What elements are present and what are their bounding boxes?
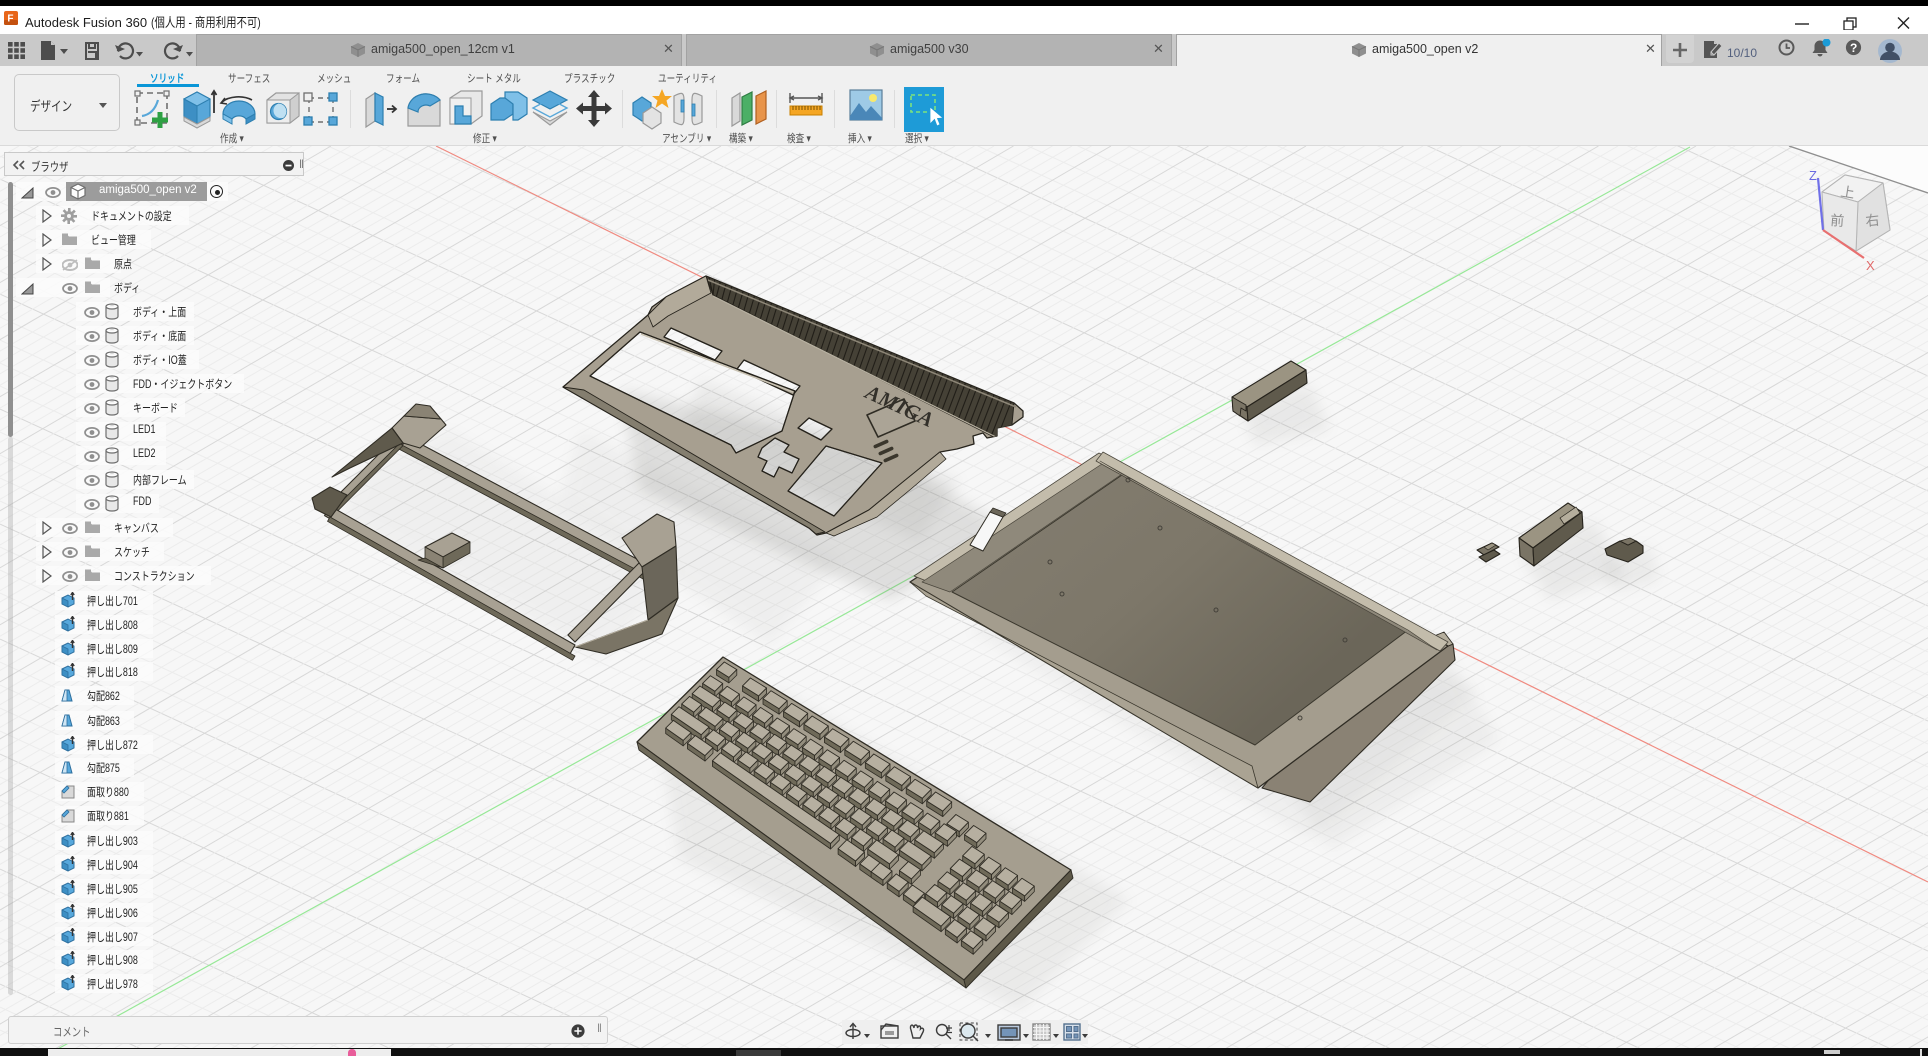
svg-text:前: 前 (1830, 212, 1845, 229)
svg-text:?: ? (1850, 41, 1857, 55)
svg-text:X: X (1866, 258, 1875, 273)
svg-text:Z: Z (1809, 168, 1817, 183)
svg-text:右: 右 (1865, 212, 1881, 229)
svg-text:F: F (7, 14, 13, 25)
svg-text:上: 上 (1840, 183, 1856, 201)
